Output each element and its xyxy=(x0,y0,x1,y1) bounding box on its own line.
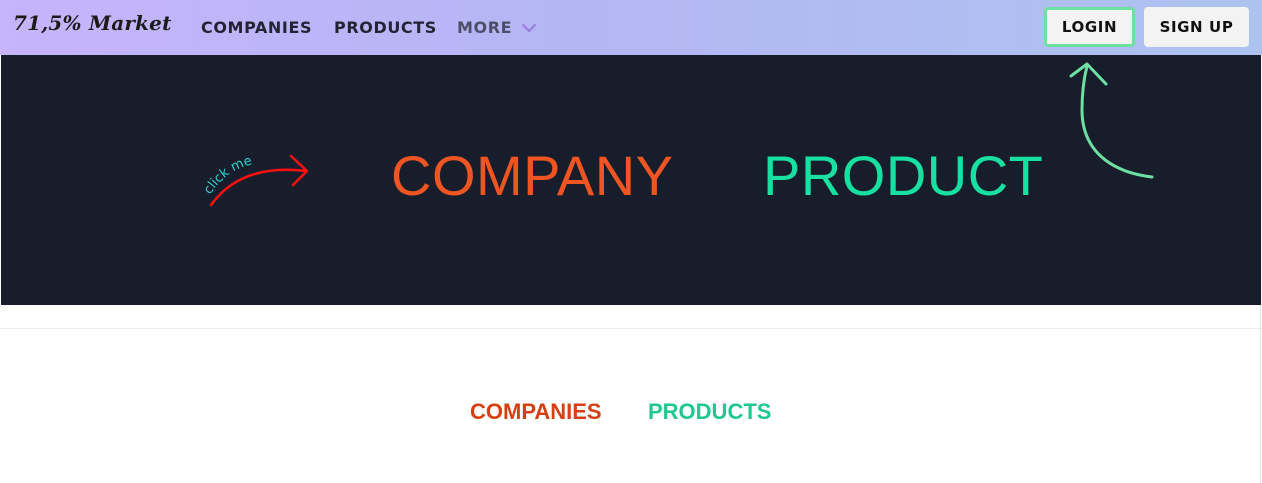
login-button[interactable]: LOGIN xyxy=(1044,7,1135,47)
site-logo[interactable]: 71,5% Market xyxy=(13,11,172,35)
hero-product-link[interactable]: PRODUCT xyxy=(763,143,1043,208)
nav-link-companies[interactable]: COMPANIES xyxy=(201,18,312,37)
page-right-edge xyxy=(1260,305,1261,483)
hero-banner: click me COMPANY PRODUCT xyxy=(1,55,1261,305)
click-me-text: click me xyxy=(201,154,254,198)
signup-button[interactable]: SIGN UP xyxy=(1144,7,1249,47)
nav-link-more[interactable]: MORE xyxy=(457,18,512,37)
section-divider xyxy=(0,328,1262,329)
top-navbar: 71,5% Market COMPANIES PRODUCTS MORE LOG… xyxy=(0,0,1262,55)
hero-company-link[interactable]: COMPANY xyxy=(391,143,674,208)
nav-link-products[interactable]: PRODUCTS xyxy=(334,18,437,37)
chevron-down-icon[interactable] xyxy=(519,18,539,38)
curved-arrow-icon xyxy=(209,154,309,207)
tab-products[interactable]: PRODUCTS xyxy=(648,399,771,425)
tab-companies[interactable]: COMPANIES xyxy=(470,399,602,425)
click-me-text-path: click me xyxy=(201,154,254,198)
